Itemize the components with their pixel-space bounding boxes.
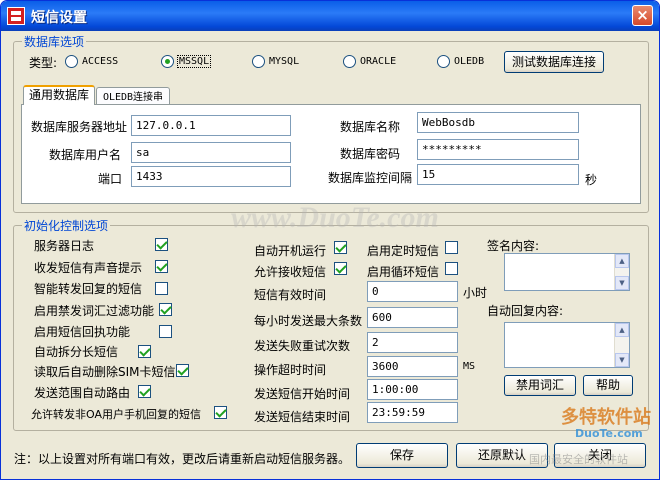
field-label-start-time: 发送短信开始时间 xyxy=(254,387,351,401)
retry-count-input[interactable]: 2 xyxy=(367,332,458,353)
signature-textarea[interactable]: ▲ ▼ xyxy=(504,253,630,291)
interval-label: 数据库监控间隔 xyxy=(328,171,413,185)
check-label-2: 智能转发回复的短信 xyxy=(34,282,143,296)
radio-access[interactable] xyxy=(65,55,78,68)
radio-mysql-label: MYSQL xyxy=(269,56,300,67)
field-label-timeout: 操作超时时间 xyxy=(254,363,327,377)
port-input[interactable]: 1433 xyxy=(131,166,291,187)
radio-mssql-label: MSSQL xyxy=(177,55,212,68)
center-watermark: www.DuoTe.com xyxy=(231,201,439,234)
auto-reply-textarea[interactable]: ▲ ▼ xyxy=(504,322,630,368)
check-mid-label-2: 允许接收短信 xyxy=(254,265,327,279)
dbname-label: 数据库名称 xyxy=(340,120,401,134)
checkbox-loop-sms[interactable] xyxy=(445,262,458,275)
auto-reply-scrollbar[interactable]: ▲ ▼ xyxy=(614,323,629,367)
help-button[interactable]: 帮助 xyxy=(583,375,633,396)
radio-mssql[interactable] xyxy=(161,55,174,68)
start-time-input[interactable]: 1:00:00 xyxy=(367,379,458,400)
timeout-input[interactable]: 3600 xyxy=(367,356,458,377)
scroll-up-icon[interactable]: ▲ xyxy=(615,323,629,337)
interval-unit: 秒 xyxy=(585,173,598,187)
radio-mysql[interactable] xyxy=(252,55,265,68)
timeout-unit: MS xyxy=(463,361,476,372)
check-label-6: 读取后自动删除SIM卡短信 xyxy=(34,365,176,379)
checkbox-word-filter[interactable] xyxy=(159,303,172,316)
check-label-8: 允许转发非OA用户手机回复的短信 xyxy=(31,408,201,421)
db-type-label: 类型: xyxy=(29,56,58,70)
radio-oracle[interactable] xyxy=(343,55,356,68)
save-button[interactable]: 保存 xyxy=(356,443,448,468)
radio-oledb[interactable] xyxy=(437,55,450,68)
checkbox-scheduled-sms[interactable] xyxy=(445,241,458,254)
settings-window: 短信设置 × 数据库选项 类型: ACCESS MSSQL MYSQL ORAC… xyxy=(0,0,660,480)
forbidden-words-button[interactable]: 禁用词汇 xyxy=(504,375,576,396)
checkbox-split-long[interactable] xyxy=(138,345,151,358)
radio-oledb-label: OLEDB xyxy=(454,56,485,67)
check-label-5: 自动拆分长短信 xyxy=(34,345,119,359)
field-label-max-per-hour: 每小时发送最大条数 xyxy=(254,314,363,328)
init-options-legend: 初始化控制选项 xyxy=(22,217,111,234)
auto-reply-label: 自动回复内容: xyxy=(487,304,564,318)
user-label: 数据库用户名 xyxy=(49,148,122,162)
checkbox-receipt[interactable] xyxy=(159,325,172,338)
check-label-7: 发送范围自动路由 xyxy=(34,386,131,400)
field-label-valid-time: 短信有效时间 xyxy=(254,288,327,302)
end-time-input[interactable]: 23:59:59 xyxy=(367,402,458,423)
password-label: 数据库密码 xyxy=(340,147,401,161)
signature-scrollbar[interactable]: ▲ ▼ xyxy=(614,254,629,290)
checkbox-allow-receive[interactable] xyxy=(334,262,347,275)
tab-oledb-string-label: OLEDB连接串 xyxy=(102,92,164,103)
title-bar[interactable]: 短信设置 × xyxy=(1,1,659,31)
field-label-end-time: 发送短信结束时间 xyxy=(254,410,351,424)
checkbox-forward-non-oa[interactable] xyxy=(214,406,227,419)
brand-watermark-slogan: 国内最安全的软件站 xyxy=(529,453,628,466)
footer-note: 注：以上设置对所有端口有效，更改后请重新启动短信服务器。 xyxy=(14,452,351,466)
app-icon xyxy=(7,7,25,25)
signature-label: 签名内容: xyxy=(487,239,540,253)
tab-oledb-string[interactable]: OLEDB连接串 xyxy=(96,87,170,105)
database-options-legend: 数据库选项 xyxy=(22,33,87,50)
valid-time-input[interactable]: 0 xyxy=(367,281,458,302)
brand-watermark-url: DuoTe.com xyxy=(575,427,643,440)
field-label-retry-count: 发送失败重试次数 xyxy=(254,339,351,353)
radio-oracle-label: ORACLE xyxy=(360,56,397,67)
window-title: 短信设置 xyxy=(31,10,87,26)
check-label-3: 启用禁发词汇过滤功能 xyxy=(34,304,155,318)
check-label-4: 启用短信回执功能 xyxy=(34,325,131,339)
password-input[interactable]: ********* xyxy=(417,139,579,160)
port-label: 端口 xyxy=(98,172,123,186)
check-mid-label-0: 自动开机运行 xyxy=(254,244,327,258)
check-mid-label-3: 启用循环短信 xyxy=(367,265,440,279)
user-input[interactable]: sa xyxy=(131,142,291,163)
scroll-down-icon[interactable]: ▼ xyxy=(615,353,629,367)
checkbox-auto-route[interactable] xyxy=(138,385,151,398)
check-mid-label-1: 启用定时短信 xyxy=(367,244,440,258)
checkbox-auto-start[interactable] xyxy=(334,241,347,254)
tab-general-db[interactable]: 通用数据库 xyxy=(23,85,95,105)
radio-access-label: ACCESS xyxy=(82,56,119,67)
max-per-hour-input[interactable]: 600 xyxy=(367,307,458,328)
brand-watermark: 多特软件站 xyxy=(561,403,651,429)
scroll-down-icon[interactable]: ▼ xyxy=(615,276,629,290)
checkbox-sound-alert[interactable] xyxy=(155,260,168,273)
checkbox-smart-forward[interactable] xyxy=(155,282,168,295)
close-window-button[interactable]: × xyxy=(632,5,653,26)
dbname-input[interactable]: WebBosdb xyxy=(417,112,579,133)
close-icon: × xyxy=(636,6,649,24)
scroll-up-icon[interactable]: ▲ xyxy=(615,254,629,268)
brand-watermark-name: 多特软件站 xyxy=(561,407,651,428)
valid-time-unit: 小时 xyxy=(463,286,488,300)
check-label-1: 收发短信有声音提示 xyxy=(34,261,143,275)
server-input[interactable]: 127.0.0.1 xyxy=(131,115,291,136)
checkbox-server-log[interactable] xyxy=(155,238,168,251)
test-db-connection-button[interactable]: 测试数据库连接 xyxy=(504,51,604,73)
server-label: 数据库服务器地址 xyxy=(31,120,128,134)
check-label-0: 服务器日志 xyxy=(34,239,95,253)
checkbox-delete-sim[interactable] xyxy=(176,364,189,377)
interval-input[interactable]: 15 xyxy=(417,164,579,185)
